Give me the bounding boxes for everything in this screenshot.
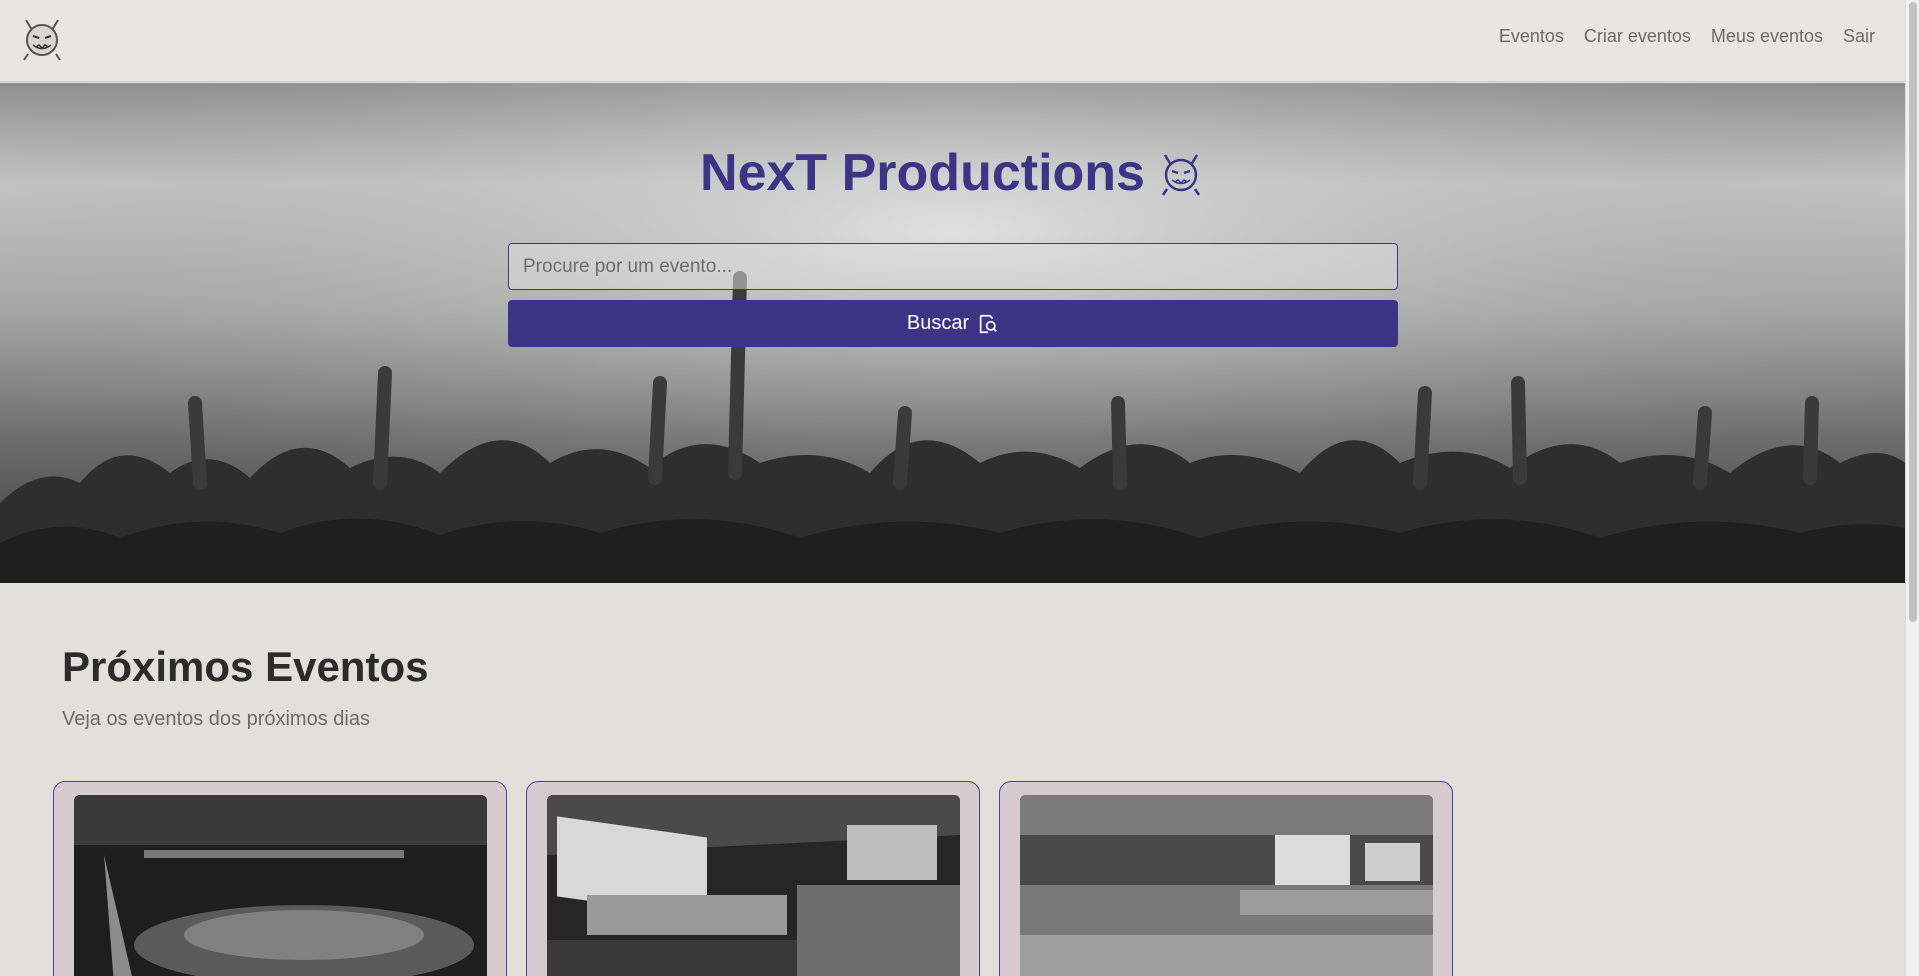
search-button[interactable]: Buscar: [508, 300, 1398, 347]
event-card[interactable]: [526, 781, 980, 976]
nav-link-eventos[interactable]: Eventos: [1499, 26, 1564, 47]
hero-title-text: NexT Productions: [700, 144, 1145, 202]
devil-mascot-icon: [1161, 154, 1201, 196]
nav-links: Eventos Criar eventos Meus eventos Sair: [1499, 26, 1875, 47]
nav-link-meus-eventos[interactable]: Meus eventos: [1711, 26, 1823, 47]
event-card[interactable]: [53, 781, 507, 976]
search-document-icon: [979, 314, 997, 333]
event-cards: [53, 781, 1453, 976]
navbar: Eventos Criar eventos Meus eventos Sair: [0, 0, 1905, 82]
scrollbar-thumb[interactable]: [1909, 2, 1917, 622]
devil-mascot-icon[interactable]: [18, 14, 66, 62]
auditorium-photo[interactable]: [1020, 795, 1433, 976]
nav-link-criar-eventos[interactable]: Criar eventos: [1584, 26, 1691, 47]
nav-link-sair[interactable]: Sair: [1843, 26, 1875, 47]
section-subtitle: Veja os eventos dos próximos dias: [62, 708, 370, 730]
search-input[interactable]: [508, 243, 1398, 290]
scrollbar[interactable]: [1905, 0, 1919, 976]
search-button-label: Buscar: [906, 312, 970, 334]
event-card[interactable]: [999, 781, 1453, 976]
conference-stage-photo[interactable]: [547, 795, 960, 976]
hero-title: NexT Productions: [0, 143, 1905, 203]
event-hall-photo[interactable]: [74, 795, 487, 976]
section-title: Próximos Eventos: [62, 643, 429, 690]
hero-banner: NexT Productions Buscar: [0, 83, 1905, 583]
page: Eventos Criar eventos Meus eventos Sair: [0, 0, 1905, 976]
